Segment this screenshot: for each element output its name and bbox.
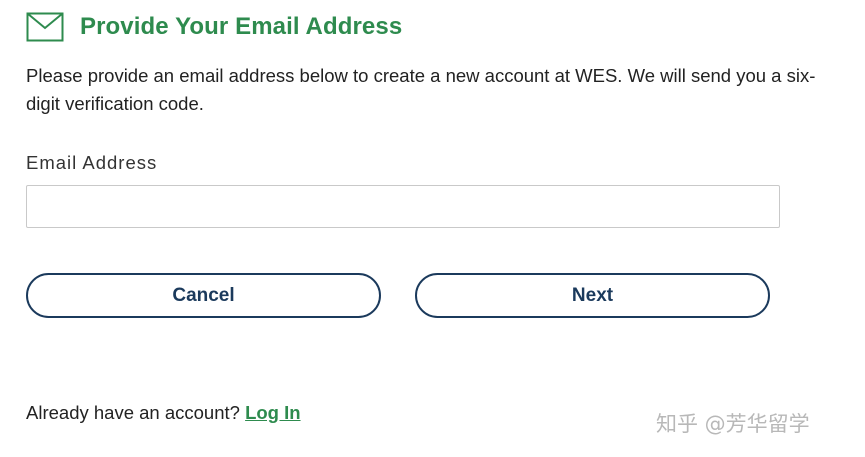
page-title: Provide Your Email Address <box>80 13 403 40</box>
intro-text: Please provide an email address below to… <box>26 65 816 114</box>
login-link[interactable]: Log In <box>245 402 300 423</box>
envelope-icon <box>26 12 64 42</box>
next-button[interactable]: Next <box>415 273 770 318</box>
email-field[interactable] <box>26 185 780 228</box>
footer-login-prompt: Already have an account? Log In <box>26 402 301 424</box>
cancel-button[interactable]: Cancel <box>26 273 381 318</box>
email-label: Email Address <box>26 152 158 173</box>
page-header: Provide Your Email Address <box>26 10 402 44</box>
login-prompt-text: Already have an account? <box>26 402 246 423</box>
watermark: 知乎 @芳华留学 <box>656 412 810 436</box>
